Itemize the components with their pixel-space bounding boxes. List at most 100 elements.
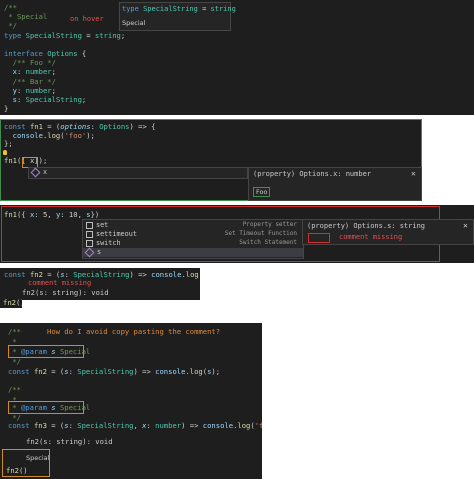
suggestion-label: switch — [96, 239, 121, 247]
code-token: interface — [4, 49, 48, 58]
code-token: number — [25, 85, 52, 95]
code-line: } — [4, 104, 9, 114]
code-token: ); — [211, 367, 221, 376]
code-token: string — [94, 30, 121, 40]
code-token: Options — [47, 49, 78, 58]
code-token: @param — [20, 347, 47, 356]
signature-help: fn2(s: string): void — [26, 437, 113, 446]
code-token: ) => — [129, 270, 152, 279]
code-token: : — [146, 421, 156, 430]
code-token: console — [151, 270, 182, 279]
comment-close: */ — [8, 357, 21, 366]
editor-panel-type-hover: /** * Special */type SpecialString = str… — [0, 0, 474, 115]
code-token: = ( — [42, 270, 61, 279]
code-token: ; — [51, 85, 56, 95]
code-token: , — [47, 210, 56, 219]
question-text: How do I avoid copy pasting the comment? — [47, 327, 221, 336]
code-token: { — [77, 49, 87, 58]
code-token: console — [155, 367, 186, 376]
signature-help: fn2(s: string): void — [22, 288, 109, 297]
code-token: ({ — [16, 210, 30, 219]
code-token: log — [237, 421, 251, 430]
comment-open: /** — [8, 327, 21, 336]
annotation-on-hover: on hover — [70, 15, 104, 23]
code-token: : — [16, 67, 26, 77]
snippet-icon — [86, 221, 93, 229]
code-token: * — [8, 403, 21, 412]
snippet-icon — [86, 239, 93, 247]
code-token: ; — [51, 67, 56, 77]
code-token: SpecialString — [25, 30, 82, 40]
missing-doc-box — [308, 233, 330, 243]
code-token: () — [15, 298, 22, 307]
code-token: fn1 — [4, 210, 17, 219]
property-hover: (property) Options.s: string ✕ comment m… — [302, 219, 474, 245]
code-token: ( — [199, 270, 200, 279]
hover-tooltip: type SpecialString = string Special — [119, 2, 236, 31]
code-token: , — [133, 421, 143, 430]
code-token: Special — [59, 347, 91, 356]
code-token: : — [16, 95, 26, 104]
code-token: @param — [20, 403, 47, 412]
code-token: * — [8, 347, 21, 356]
code-token: fn2 — [3, 298, 16, 307]
code-token: const — [8, 367, 34, 376]
suggestion-widget[interactable]: x — [28, 167, 248, 179]
code-token: SpecialString — [73, 270, 130, 279]
annotation-comment-missing: comment missing — [28, 279, 92, 287]
suggestion-item[interactable]: settimeout Set Timeout Function — [83, 230, 303, 239]
code-token: = ( — [46, 367, 65, 376]
suggestion-widget[interactable]: set Property setter settimeout Set Timeout … — [82, 219, 304, 259]
hover-signature: type SpecialString = string — [122, 5, 236, 13]
suggestion-item[interactable]: x — [29, 167, 247, 177]
code-token: ) => { — [129, 122, 156, 131]
editor-call-line: fn2() — [0, 298, 22, 308]
close-icon[interactable]: ✕ — [411, 169, 416, 178]
code-line: fn2() — [6, 466, 28, 476]
lightbulb-icon[interactable] — [3, 150, 7, 155]
editor-panel-property-hover: const fn1 = (options: Options) => { cons… — [0, 119, 422, 201]
code-token: 'foo' — [64, 130, 87, 140]
code-token: fn3 — [33, 421, 47, 430]
suggestion-item[interactable]: s — [83, 247, 303, 257]
code-token: s — [46, 403, 60, 412]
close-icon[interactable]: ✕ — [463, 221, 468, 230]
code-line: }; — [4, 139, 13, 148]
code-line: console.log('foo'); — [4, 131, 95, 141]
editor-panel-question: /** How do I avoid copy pasting the comm… — [0, 323, 262, 479]
code-token: : — [34, 210, 43, 219]
hover-signature: (property) Options.x: number — [253, 170, 372, 178]
code-token: s — [46, 347, 60, 356]
code-token: () — [18, 466, 28, 475]
editor-panel-fn2-signature: const fn2 = (s: SpecialString) => consol… — [0, 268, 200, 300]
suggestion-item[interactable]: switch Switch Statement — [83, 239, 303, 248]
suggestion-description: Property setter — [242, 221, 297, 228]
code-token: SpecialString — [77, 421, 134, 430]
code-token: 10 — [68, 210, 78, 219]
code-token: s — [4, 95, 17, 104]
snippet-icon — [86, 230, 93, 238]
code-token: fn1 — [4, 156, 17, 165]
hover-doc: Foo — [253, 187, 271, 197]
code-token: : — [64, 270, 74, 279]
param-line: * @param s Special — [8, 403, 90, 413]
hover-signature: (property) Options.s: string — [307, 222, 426, 230]
code-token: : — [68, 421, 78, 430]
comment-open: /** — [8, 385, 21, 394]
code-token: SpecialString — [25, 95, 82, 104]
code-token: string — [210, 5, 236, 13]
code-token: ); — [86, 130, 95, 140]
property-hover: (property) Options.x: number Foo ✕ — [248, 167, 422, 201]
suggestion-description: Switch Statement — [239, 239, 297, 246]
property-icon — [30, 167, 41, 177]
code-token: : — [60, 210, 69, 219]
suggestion-item[interactable]: set Property setter — [83, 221, 303, 230]
code-line: fn2() — [3, 298, 22, 308]
code-token: = — [81, 30, 95, 40]
code-token: ) => — [133, 367, 156, 376]
code-token: , — [77, 210, 87, 219]
code-token: ) => — [181, 421, 203, 430]
property-icon — [84, 247, 95, 257]
code-token: const — [8, 421, 34, 430]
suggestion-label: s — [97, 248, 102, 256]
